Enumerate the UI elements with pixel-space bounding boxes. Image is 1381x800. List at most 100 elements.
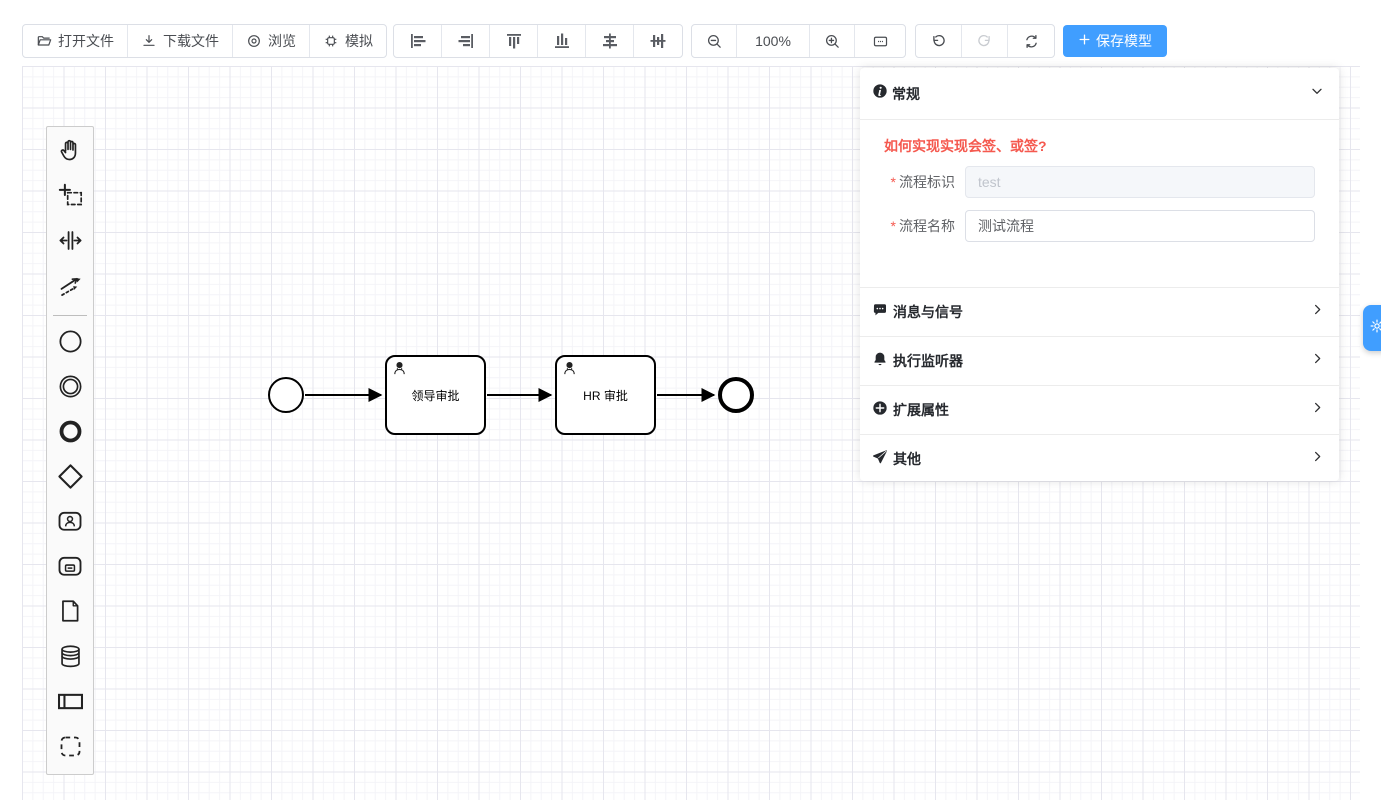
data-store-icon [57,643,84,675]
section-extended-properties[interactable]: 扩展属性 [860,385,1339,434]
align-top-icon [505,32,523,50]
zoom-in-button[interactable] [810,25,855,57]
align-right-icon [457,32,475,50]
space-tool-icon [57,227,84,259]
toolbar-file-group: 打开文件 下载文件 浏览 模拟 [22,24,387,58]
create-participant[interactable] [47,681,93,726]
section-title: 消息与信号 [893,302,1310,322]
end-event-icon [57,418,84,450]
gateway-icon [56,462,85,496]
lasso-icon [57,182,84,214]
general-section-body: 如何实现实现会签、或签? *流程标识 *流程名称 [860,120,1339,242]
chip-icon [323,33,339,49]
process-id-input[interactable] [965,166,1315,198]
toolbar-history-group [915,24,1055,58]
end-event-node[interactable] [718,377,754,413]
gear-icon [1363,318,1381,339]
align-right-button[interactable] [442,25,490,57]
simulate-label: 模拟 [345,31,373,51]
process-name-input[interactable] [965,210,1315,242]
toolbar-align-group [393,24,683,58]
section-title: 常规 [892,84,1309,104]
space-tool[interactable] [47,220,93,265]
simulate-button[interactable]: 模拟 [310,25,386,57]
open-file-button[interactable]: 打开文件 [23,25,128,57]
palette-separator [53,315,87,316]
create-end-event[interactable] [47,411,93,456]
save-model-button[interactable]: 保存模型 [1063,25,1167,57]
section-title: 其他 [893,449,1310,469]
download-file-button[interactable]: 下载文件 [128,25,233,57]
chevron-down-icon[interactable] [1309,83,1325,104]
section-title: 扩展属性 [893,400,1310,420]
message-icon [872,302,888,323]
section-messages-signals[interactable]: 消息与信号 [860,287,1339,336]
align-center-button[interactable] [586,25,634,57]
section-general-header[interactable]: 常规 [860,68,1339,120]
chevron-right-icon [1310,302,1325,322]
data-object-icon [57,598,83,629]
preview-button[interactable]: 浏览 [233,25,310,57]
hand-tool[interactable] [47,130,93,175]
process-id-label: *流程标识 [860,172,965,192]
process-name-row: *流程名称 [860,210,1315,242]
intermediate-event-icon [57,373,84,405]
create-subprocess[interactable] [47,546,93,591]
zoom-out-icon [706,33,723,50]
create-data-object[interactable] [47,591,93,636]
align-bottom-button[interactable] [538,25,586,57]
align-left-button[interactable] [394,25,442,57]
section-other[interactable]: 其他 [860,434,1339,483]
save-model-label: 保存模型 [1096,31,1152,51]
eye-icon [246,33,262,49]
plus-circle-icon [872,400,888,421]
section-title: 执行监听器 [893,351,1310,371]
fit-viewport-icon [872,33,889,50]
bpmn-palette [46,126,94,775]
send-icon [872,449,888,470]
create-gateway[interactable] [47,456,93,501]
align-left-icon [409,32,427,50]
user-task-node[interactable]: 领导审批 [385,355,486,435]
settings-drawer-tab[interactable] [1363,305,1381,351]
user-task-icon [56,507,84,540]
undo-button[interactable] [916,25,962,57]
redo-icon [976,33,993,50]
start-event-node[interactable] [268,377,304,413]
fit-viewport-button[interactable] [855,25,905,57]
lasso-tool[interactable] [47,175,93,220]
properties-panel: 常规 如何实现实现会签、或签? *流程标识 *流程名称 消息与信号 [860,68,1339,481]
align-top-button[interactable] [490,25,538,57]
create-user-task[interactable] [47,501,93,546]
redo-button[interactable] [962,25,1008,57]
align-bottom-icon [553,32,571,50]
restart-icon [1023,33,1040,50]
zoom-level[interactable]: 100% [737,25,810,57]
preview-label: 浏览 [268,31,296,51]
align-center-icon [601,32,619,50]
user-icon [392,361,407,379]
restart-button[interactable] [1008,25,1054,57]
global-connect-tool[interactable] [47,265,93,310]
create-data-store[interactable] [47,636,93,681]
user-task-node[interactable]: HR 审批 [555,355,656,435]
zoom-in-icon [824,33,841,50]
align-middle-button[interactable] [634,25,682,57]
required-mark: * [891,174,896,190]
open-file-label: 打开文件 [58,31,114,51]
section-execution-listeners[interactable]: 执行监听器 [860,336,1339,385]
user-icon [562,361,577,379]
process-id-row: *流程标识 [860,166,1315,198]
chevron-right-icon [1310,351,1325,371]
collapsed-sections: 消息与信号 执行监听器 扩展属性 [860,287,1339,481]
task-label: 领导审批 [411,387,459,404]
create-start-event[interactable] [47,321,93,366]
create-intermediate-event[interactable] [47,366,93,411]
create-group[interactable] [47,726,93,771]
countersign-help-link[interactable]: 如何实现实现会签、或签? [884,136,1047,156]
align-middle-icon [649,32,667,50]
folder-open-icon [36,33,52,49]
zoom-level-value: 100% [755,33,791,49]
zoom-out-button[interactable] [692,25,737,57]
subprocess-icon [56,552,84,585]
